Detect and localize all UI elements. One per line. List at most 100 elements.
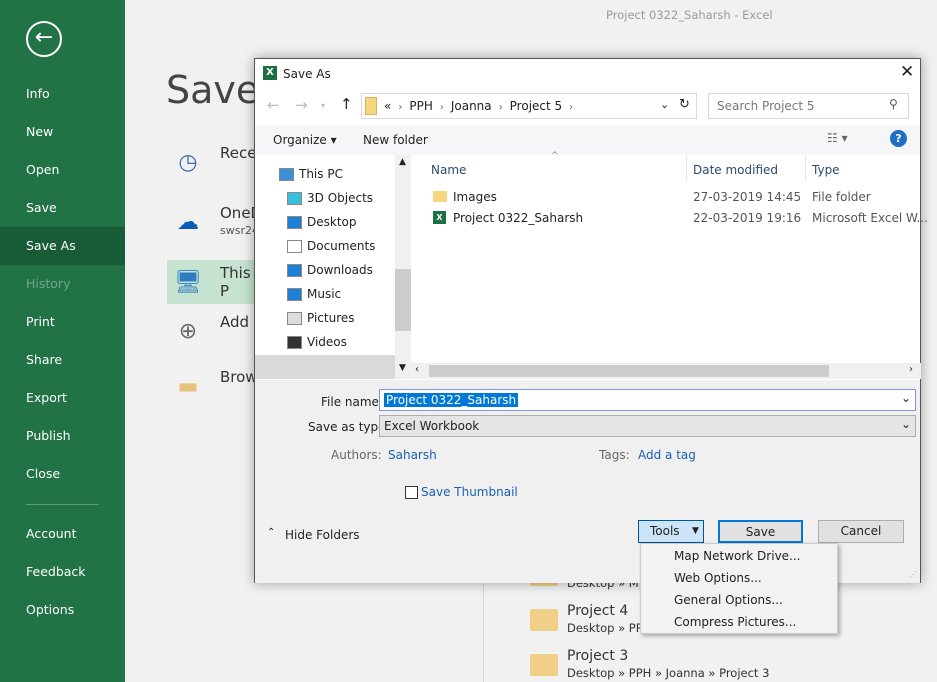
recent-dropdown-icon[interactable]: ▾ xyxy=(321,101,325,110)
nav-item[interactable]: Documents xyxy=(287,239,375,253)
file-row[interactable]: X Project 0322_Saharsh 22-03-2019 19:16 … xyxy=(433,210,928,228)
sidebar-item-save-as[interactable]: Save As xyxy=(0,227,125,265)
nav-item[interactable]: Videos xyxy=(287,335,347,349)
sidebar-item-feedback[interactable]: Feedback xyxy=(0,553,125,591)
scrollbar-thumb[interactable] xyxy=(429,365,829,377)
sidebar-item-save[interactable]: Save xyxy=(0,189,125,227)
location-1[interactable]: ☁ OneD swsr24 xyxy=(167,200,262,244)
dialog-title: Save As xyxy=(283,67,331,81)
back-arrow-icon[interactable]: ← xyxy=(26,21,62,57)
tools-button[interactable]: Tools ▼ xyxy=(638,520,704,543)
dropdown-arrow-icon: ▼ xyxy=(692,526,699,536)
authors-value[interactable]: Saharsh xyxy=(388,448,437,462)
nav-icon xyxy=(287,336,302,349)
save-type-value: Excel Workbook xyxy=(384,419,480,433)
horizontal-scrollbar[interactable]: ‹ › xyxy=(411,363,921,379)
excel-icon: X xyxy=(263,66,277,80)
column-type[interactable]: Type xyxy=(812,163,840,177)
new-folder-button[interactable]: New folder xyxy=(363,133,428,147)
help-icon[interactable]: ? xyxy=(890,130,907,147)
sidebar-item-options[interactable]: Options xyxy=(0,591,125,629)
breadcrumb-item[interactable]: PPH xyxy=(409,99,433,113)
back-icon[interactable]: ← xyxy=(267,96,280,114)
nav-item[interactable]: 3D Objects xyxy=(287,191,373,205)
chevron-down-icon: ⌄ xyxy=(901,417,912,431)
organize-button[interactable]: Organize ▾ xyxy=(273,133,337,147)
sidebar-item-new[interactable]: New xyxy=(0,113,125,151)
close-icon[interactable]: ✕ xyxy=(900,62,914,82)
chevron-up-icon[interactable]: ⌃ xyxy=(267,527,275,538)
menu-item[interactable]: Map Network Drive... xyxy=(674,549,801,563)
nav-icon xyxy=(279,168,294,181)
resize-grip-icon[interactable]: ⋰ xyxy=(909,570,917,579)
nav-label: This PC xyxy=(299,167,343,181)
column-date-modified[interactable]: Date modified xyxy=(693,163,778,177)
sidebar-item-open[interactable]: Open xyxy=(0,151,125,189)
authors-label: Authors: xyxy=(331,448,382,462)
folder-name: Project 3 xyxy=(567,648,629,664)
tags-input[interactable]: Add a tag xyxy=(638,448,696,462)
folder-icon xyxy=(365,97,377,115)
search-placeholder: Search Project 5 xyxy=(717,99,815,113)
add-place-icon: ⊕ xyxy=(178,319,198,344)
folder-icon xyxy=(433,191,447,202)
view-options-icon[interactable]: ☷ ▾ xyxy=(827,131,848,145)
browse-folder-icon: ▬ xyxy=(177,374,199,399)
up-icon[interactable]: ↑ xyxy=(340,95,353,113)
file-name-label: File name: xyxy=(321,395,383,409)
nav-item[interactable]: Music xyxy=(287,287,341,301)
sidebar-item-share[interactable]: Share xyxy=(0,341,125,379)
address-bar[interactable]: «› PPH › Joanna › Project 5 › ⌄ ↻ xyxy=(361,93,697,119)
menu-item[interactable]: Compress Pictures... xyxy=(674,615,796,629)
location-2[interactable]: 🖥 This P xyxy=(167,260,257,304)
file-name-value: Project 0322_Saharsh xyxy=(384,393,519,407)
save-button[interactable]: Save xyxy=(718,520,803,543)
nav-item[interactable]: This PC xyxy=(279,167,343,181)
sidebar-item-export[interactable]: Export xyxy=(0,379,125,417)
sidebar-item-publish[interactable]: Publish xyxy=(0,417,125,455)
nav-scrollbar[interactable]: ▲ ▼ xyxy=(395,155,411,379)
nav-item[interactable]: Downloads xyxy=(287,263,373,277)
chevron-down-icon[interactable]: ⌄ xyxy=(660,98,669,111)
tools-label: Tools xyxy=(650,524,680,538)
file-row[interactable]: Images 27-03-2019 14:45 File folder xyxy=(433,189,913,207)
location-label: Rece xyxy=(220,144,257,162)
file-type: File folder xyxy=(812,190,871,204)
column-name[interactable]: Name xyxy=(431,163,466,177)
menu-item[interactable]: Web Options... xyxy=(674,571,762,585)
sidebar-item-history: History xyxy=(26,276,71,291)
save-type-select[interactable]: Excel Workbook ⌄ xyxy=(379,415,916,437)
folder-icon xyxy=(530,609,558,631)
sidebar-item-info[interactable]: Info xyxy=(0,75,125,113)
location-label: This P xyxy=(220,264,251,300)
scrollbar-thumb[interactable] xyxy=(395,269,411,331)
sidebar-item-close[interactable]: Close xyxy=(0,455,125,493)
save-thumbnail-label[interactable]: Save Thumbnail xyxy=(421,485,518,499)
search-input[interactable]: Search Project 5 ⚲ xyxy=(708,93,909,119)
location-3[interactable]: ⊕ Add xyxy=(167,309,257,353)
page-title: Save xyxy=(166,68,260,112)
nav-label: Desktop xyxy=(307,215,357,229)
chevron-down-icon[interactable]: ⌄ xyxy=(901,391,911,405)
file-type: Microsoft Excel W... xyxy=(812,211,928,225)
folder-path: Desktop » PPH » Joanna » Project 3 xyxy=(567,666,770,680)
breadcrumb-item[interactable]: Project 5 xyxy=(510,99,563,113)
folder-path: Desktop » PPH xyxy=(567,621,652,635)
cancel-button[interactable]: Cancel xyxy=(818,520,904,543)
location-0[interactable]: ◷ Rece xyxy=(167,140,257,184)
menu-item[interactable]: General Options... xyxy=(674,593,783,607)
breadcrumb: «› PPH › Joanna › Project 5 › xyxy=(384,99,574,113)
refresh-icon[interactable]: ↻ xyxy=(679,97,690,112)
forward-icon[interactable]: → xyxy=(295,96,308,114)
file-name: Images xyxy=(453,190,497,204)
hide-folders-button[interactable]: Hide Folders xyxy=(285,528,360,542)
sidebar-item-print[interactable]: Print xyxy=(0,303,125,341)
location-4[interactable]: ▬ Brow xyxy=(167,364,258,408)
save-thumbnail-checkbox[interactable] xyxy=(405,486,418,499)
nav-item[interactable]: Desktop xyxy=(287,215,357,229)
sidebar-item-account[interactable]: Account xyxy=(0,515,125,553)
nav-item[interactable]: Pictures xyxy=(287,311,355,325)
breadcrumb-item: « xyxy=(384,99,392,113)
breadcrumb-item[interactable]: Joanna xyxy=(451,99,492,113)
file-name-input[interactable]: Project 0322_Saharsh ⌄ xyxy=(379,389,916,411)
